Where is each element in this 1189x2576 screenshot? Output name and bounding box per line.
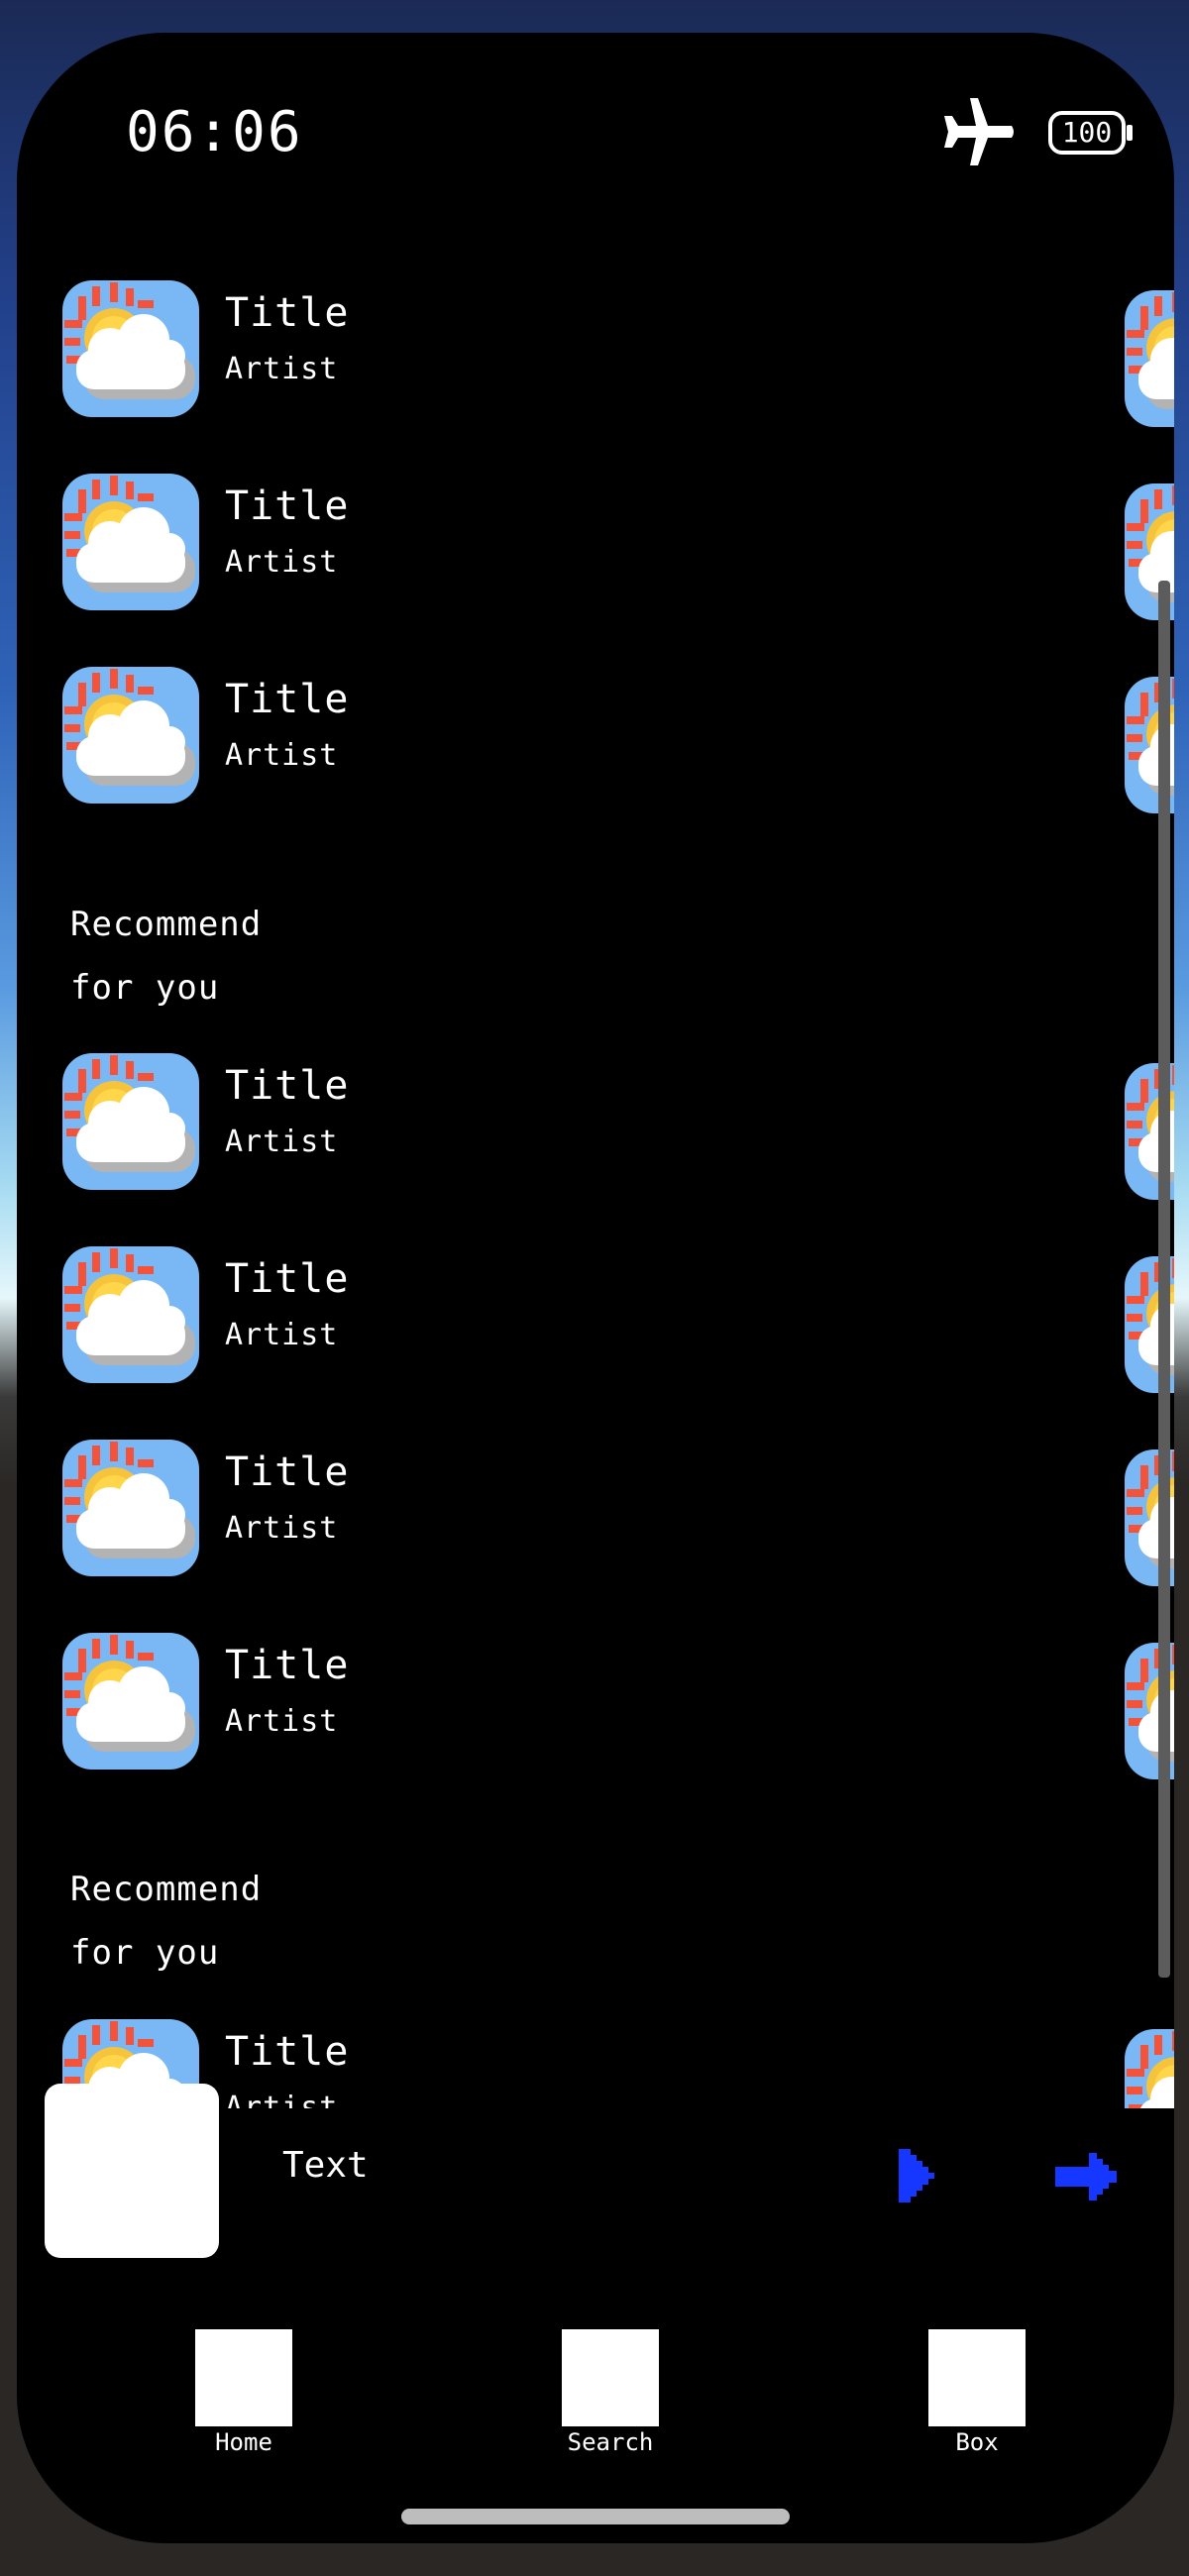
partly-cloudy-icon xyxy=(62,280,199,417)
list-item[interactable]: Title Artist xyxy=(17,667,1174,813)
tab-label: Box xyxy=(955,2428,999,2456)
player-artwork[interactable] xyxy=(45,2084,219,2258)
list-item[interactable]: Title Artist xyxy=(17,1633,1174,1779)
song-title: Title xyxy=(225,290,350,336)
player-text: Text xyxy=(282,2145,369,2186)
list-item[interactable]: Title Artist xyxy=(17,1053,1174,1200)
section-heading: Recommend for you xyxy=(70,905,263,1008)
status-time: 06:06 xyxy=(126,100,303,164)
scrollbar[interactable] xyxy=(1158,581,1170,1978)
partly-cloudy-icon xyxy=(62,1633,199,1770)
section-heading: Recommend for you xyxy=(70,1870,263,1973)
song-artist: Artist xyxy=(225,1704,339,1739)
search-icon xyxy=(562,2329,659,2426)
song-title: Title xyxy=(225,1063,350,1109)
mini-player[interactable]: Text xyxy=(17,2074,1174,2258)
song-title: Title xyxy=(225,1256,350,1302)
partly-cloudy-icon xyxy=(62,1246,199,1383)
song-artist: Artist xyxy=(225,1318,339,1352)
song-list[interactable]: Title Artist Title Artist Title Artist R… xyxy=(17,246,1174,2108)
song-artist: Artist xyxy=(225,545,339,580)
tab-home[interactable]: Home xyxy=(194,2329,293,2456)
tab-search[interactable]: Search xyxy=(561,2329,660,2456)
list-item[interactable]: Title Artist xyxy=(17,474,1174,620)
home-indicator[interactable] xyxy=(401,2509,790,2524)
battery-level: 100 xyxy=(1061,116,1113,149)
song-artist: Artist xyxy=(225,1125,339,1159)
song-title: Title xyxy=(225,677,350,722)
song-artist: Artist xyxy=(225,1511,339,1546)
list-item[interactable]: Title Artist xyxy=(17,1246,1174,1393)
tab-label: Home xyxy=(215,2428,272,2456)
partly-cloudy-icon xyxy=(62,1053,199,1190)
song-title: Title xyxy=(225,2029,350,2075)
song-artist: Artist xyxy=(225,738,339,773)
song-title: Title xyxy=(225,483,350,529)
tab-label: Search xyxy=(567,2428,654,2456)
airplane-icon xyxy=(944,98,1014,165)
phone-screen: 06:06 100 Title Artist Title Artist Titl… xyxy=(17,33,1174,2543)
tab-box[interactable]: Box xyxy=(927,2329,1027,2456)
list-item[interactable]: Title Artist xyxy=(17,280,1174,427)
partly-cloudy-icon xyxy=(62,1440,199,1576)
song-artist: Artist xyxy=(225,352,339,386)
song-title: Title xyxy=(225,1449,350,1495)
song-title: Title xyxy=(225,1643,350,1688)
home-icon xyxy=(195,2329,292,2426)
partly-cloudy-icon xyxy=(62,474,199,610)
next-arrow-icon[interactable] xyxy=(1055,2153,1119,2200)
play-icon[interactable] xyxy=(899,2149,938,2202)
partly-cloudy-icon[interactable] xyxy=(1125,290,1174,427)
box-icon xyxy=(928,2329,1026,2426)
list-item[interactable]: Title Artist xyxy=(17,1440,1174,1586)
partly-cloudy-icon xyxy=(62,667,199,804)
